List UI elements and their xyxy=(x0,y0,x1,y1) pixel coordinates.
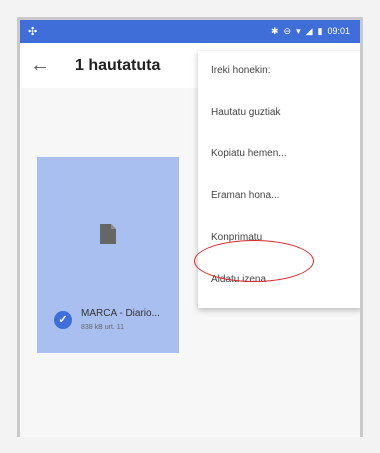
highlight-ellipse xyxy=(194,240,314,282)
status-icons: ✱ ⊖ ▾ ◢ ▮ 09:01 xyxy=(271,26,350,36)
file-meta: 838 kB urt. 11 xyxy=(81,324,125,331)
menu-item-select-all[interactable]: Hautatu guztiak xyxy=(211,107,281,118)
file-name: MARCA - Diario... xyxy=(81,308,160,319)
menu-item-copy-to[interactable]: Kopiatu hemen... xyxy=(211,148,287,159)
menu-item-open-with[interactable]: Ireki honekin: xyxy=(211,65,270,76)
document-icon xyxy=(100,224,116,244)
battery-icon: ▮ xyxy=(317,26,323,36)
status-time: 09:01 xyxy=(327,26,350,36)
file-item[interactable]: ✓ MARCA - Diario... 838 kB urt. 11 xyxy=(37,157,179,353)
page-title: 1 hautatuta xyxy=(75,57,161,74)
menu-item-move-to[interactable]: Eraman hona... xyxy=(211,190,279,201)
bluetooth-icon: ✱ xyxy=(270,26,279,36)
do-not-disturb-icon: ⊖ xyxy=(283,26,292,36)
arrow-left-icon[interactable]: ← xyxy=(30,54,50,77)
app-icon: ✣ xyxy=(28,26,38,38)
status-bar: ✣ ✱ ⊖ ▾ ◢ ▮ 09:01 xyxy=(20,20,360,43)
phone-screen: ✣ ✱ ⊖ ▾ ◢ ▮ 09:01 ← 1 hautatuta ✓ MARCA … xyxy=(20,20,360,437)
wifi-icon: ▾ xyxy=(296,26,301,36)
signal-icon: ◢ xyxy=(305,26,313,36)
selected-check-icon[interactable]: ✓ xyxy=(54,311,72,329)
